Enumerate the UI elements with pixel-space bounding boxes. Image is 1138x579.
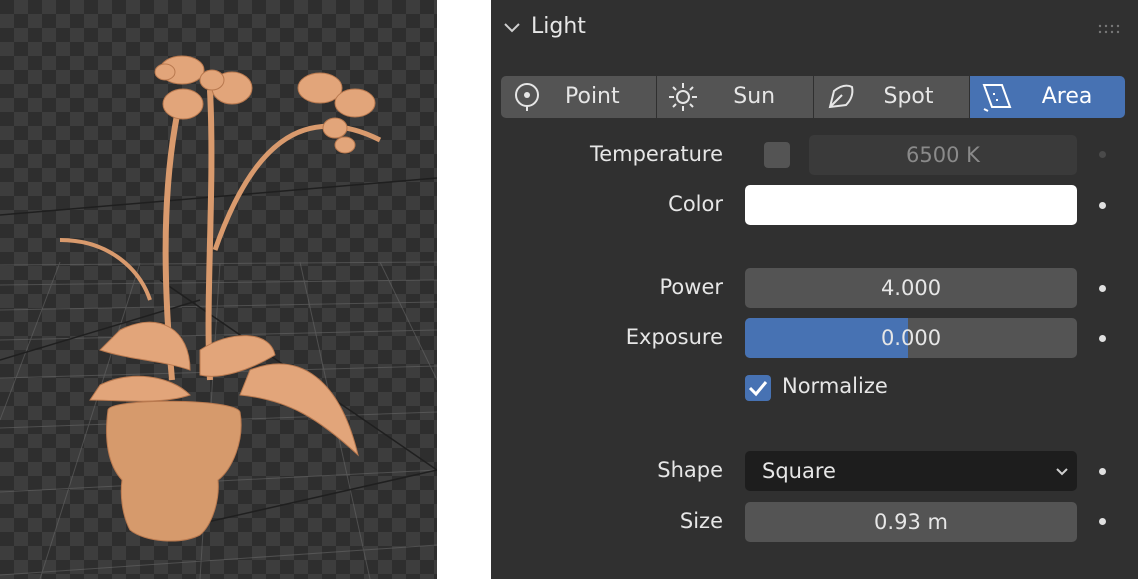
chevron-down-icon <box>1056 468 1068 476</box>
panel-title: Light <box>531 14 586 39</box>
light-type-label: Spot <box>883 84 934 109</box>
shape-value: Square <box>762 459 836 483</box>
power-field[interactable]: 4.000 <box>745 268 1077 308</box>
light-type-area[interactable]: Area <box>969 76 1125 118</box>
temperature-value: 6500 K <box>906 143 980 167</box>
exposure-slider[interactable]: 0.000 <box>745 318 1077 358</box>
sun-light-icon <box>669 83 698 111</box>
temperature-label: Temperature <box>589 142 723 166</box>
light-type-label: Area <box>1041 84 1093 109</box>
orchid-model <box>59 55 382 542</box>
power-value: 4.000 <box>880 276 942 300</box>
area-light-icon <box>982 84 1012 112</box>
temperature-checkbox[interactable] <box>764 142 790 168</box>
temperature-keyframe-dot[interactable] <box>1099 151 1106 158</box>
light-type-spot[interactable]: Spot <box>813 76 970 118</box>
shape-label: Shape <box>657 458 723 482</box>
power-keyframe-dot[interactable] <box>1099 285 1106 292</box>
normalize-checkbox[interactable] <box>745 375 771 401</box>
exposure-value: 0.000 <box>880 326 942 350</box>
size-value: 0.93 m <box>874 510 948 534</box>
light-type-selector: Point Sun Spot Area <box>501 76 1125 118</box>
size-keyframe-dot[interactable] <box>1099 518 1106 525</box>
size-label: Size <box>679 509 723 533</box>
color-swatch[interactable] <box>745 185 1077 225</box>
panel-header[interactable]: Light <box>491 0 1138 58</box>
light-type-sun[interactable]: Sun <box>657 76 814 118</box>
light-type-label: Point <box>565 84 620 109</box>
shape-dropdown[interactable]: Square <box>745 451 1077 491</box>
color-keyframe-dot[interactable] <box>1099 202 1106 209</box>
temperature-field[interactable]: 6500 K <box>809 135 1077 175</box>
size-field[interactable]: 0.93 m <box>745 502 1077 542</box>
viewport-3d[interactable] <box>0 0 437 579</box>
checkmark-icon <box>748 381 768 397</box>
drag-handle-icon[interactable] <box>1098 24 1122 34</box>
light-properties-panel: Light Point Sun Spot Area Temperature 65… <box>491 0 1138 579</box>
shape-keyframe-dot[interactable] <box>1099 468 1106 475</box>
color-label: Color <box>668 192 723 216</box>
exposure-label: Exposure <box>625 325 723 349</box>
normalize-label: Normalize <box>782 374 888 398</box>
chevron-down-icon[interactable] <box>502 18 522 38</box>
spot-light-icon <box>828 84 853 109</box>
light-type-label: Sun <box>733 84 776 109</box>
exposure-keyframe-dot[interactable] <box>1099 335 1106 342</box>
power-label: Power <box>659 275 724 299</box>
point-light-icon <box>515 83 539 111</box>
light-type-point[interactable]: Point <box>501 76 658 118</box>
viewport-scene <box>0 55 437 579</box>
